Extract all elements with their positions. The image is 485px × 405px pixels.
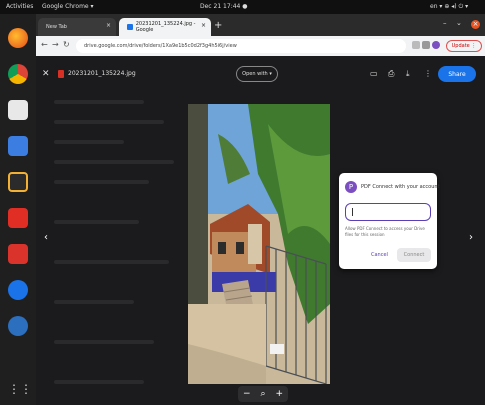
app-icon[interactable]: [8, 316, 28, 336]
dialog-title: PDF Connect with your account: [361, 184, 440, 190]
bookmark-icon[interactable]: [422, 41, 430, 49]
forward-icon[interactable]: →: [52, 40, 59, 49]
photo: [188, 104, 330, 384]
viewer-toolbar: ✕ 20231201_135224.jpg Open with ▾ ▭ ⎙ ⤓ …: [36, 56, 485, 92]
profile-icon[interactable]: [432, 41, 440, 49]
background-row: [54, 380, 144, 384]
zoom-controls: − ⌕ +: [238, 386, 288, 402]
tab-label: New Tab: [46, 24, 67, 30]
update-button[interactable]: Update ⋮: [446, 40, 482, 52]
restore-button[interactable]: ⌄: [456, 19, 462, 27]
browser-window: New Tab × 20231201_135224.jpg - Google ×…: [36, 14, 485, 405]
clock[interactable]: Dec 21 17:44 ●: [200, 3, 248, 10]
show-apps-icon[interactable]: ⋮⋮: [8, 379, 32, 399]
share-page-icon[interactable]: [412, 41, 420, 49]
close-icon[interactable]: ×: [106, 22, 111, 29]
dialog-hint: Allow PDF Connect to access your Drive f…: [345, 226, 425, 237]
download-icon[interactable]: ⤓: [406, 69, 410, 79]
background-row: [54, 180, 149, 184]
close-icon[interactable]: ×: [201, 22, 206, 29]
background-row: [54, 140, 124, 144]
outlook-icon[interactable]: [8, 280, 28, 300]
background-row: [54, 220, 139, 224]
chrome-icon[interactable]: [8, 64, 28, 84]
document-icon[interactable]: [8, 136, 28, 156]
tab-strip: New Tab × 20231201_135224.jpg - Google ×…: [36, 14, 485, 36]
pdf-icon[interactable]: [8, 208, 28, 228]
text-caret: [352, 208, 353, 216]
image-file-icon: [58, 70, 64, 78]
system-top-bar: Activities Google Chrome ▾ Dec 21 17:44 …: [0, 0, 485, 14]
close-icon[interactable]: ✕: [42, 69, 50, 79]
reload-icon[interactable]: ↻: [63, 40, 70, 49]
background-row: [54, 260, 169, 264]
anydesk-icon[interactable]: [8, 244, 28, 264]
files-icon[interactable]: [8, 100, 28, 120]
more-icon[interactable]: ⋮: [424, 69, 432, 78]
connect-button[interactable]: Connect: [397, 248, 431, 262]
app-menu[interactable]: Google Chrome ▾: [42, 3, 94, 10]
tab-label: 20231201_135224.jpg - Google: [135, 21, 196, 33]
image-viewer: ✕ 20231201_135224.jpg Open with ▾ ▭ ⎙ ⤓ …: [36, 56, 485, 405]
zoom-icon: ⌕: [260, 389, 266, 399]
background-row: [54, 160, 174, 164]
zoom-in-button[interactable]: +: [275, 389, 283, 399]
connect-dialog: P PDF Connect with your account Allow PD…: [339, 173, 440, 269]
print-icon[interactable]: ⎙: [388, 69, 394, 79]
zoom-out-button[interactable]: −: [243, 389, 251, 399]
new-tab-button[interactable]: +: [214, 20, 222, 31]
next-arrow-icon[interactable]: ›: [469, 232, 473, 243]
account-input[interactable]: [345, 203, 431, 221]
url-text: drive.google.com/drive/folders/1Xa9e1b5c…: [84, 43, 237, 49]
background-row: [54, 340, 154, 344]
background-row: [54, 100, 144, 104]
shield-icon[interactable]: [8, 172, 28, 192]
file-name: 20231201_135224.jpg: [68, 70, 136, 77]
drive-icon: [127, 24, 133, 30]
cancel-button[interactable]: Cancel: [371, 252, 388, 258]
close-window-button[interactable]: ×: [471, 20, 480, 29]
back-icon[interactable]: ←: [41, 40, 48, 49]
open-with-button[interactable]: Open with ▾: [236, 66, 278, 82]
background-row: [54, 120, 164, 124]
share-button[interactable]: Share: [438, 66, 476, 82]
system-tray[interactable]: en ▾ ⊕ ◂) ⏻ ▾: [430, 3, 468, 11]
background-row: [54, 300, 134, 304]
url-field[interactable]: drive.google.com/drive/folders/1Xa9e1b5c…: [76, 39, 406, 53]
address-bar: ← → ↻ drive.google.com/drive/folders/1Xa…: [36, 36, 485, 56]
dock: ⋮⋮: [0, 14, 36, 405]
previous-arrow-icon[interactable]: ‹: [44, 232, 48, 243]
activities-button[interactable]: Activities: [6, 3, 33, 10]
tab-image[interactable]: 20231201_135224.jpg - Google ×: [119, 18, 211, 36]
pdf-connect-logo: P: [345, 181, 357, 193]
firefox-icon[interactable]: [8, 28, 28, 48]
tab-new-tab[interactable]: New Tab ×: [38, 18, 116, 36]
minimize-button[interactable]: –: [443, 19, 447, 27]
comment-icon[interactable]: ▭: [370, 69, 378, 78]
